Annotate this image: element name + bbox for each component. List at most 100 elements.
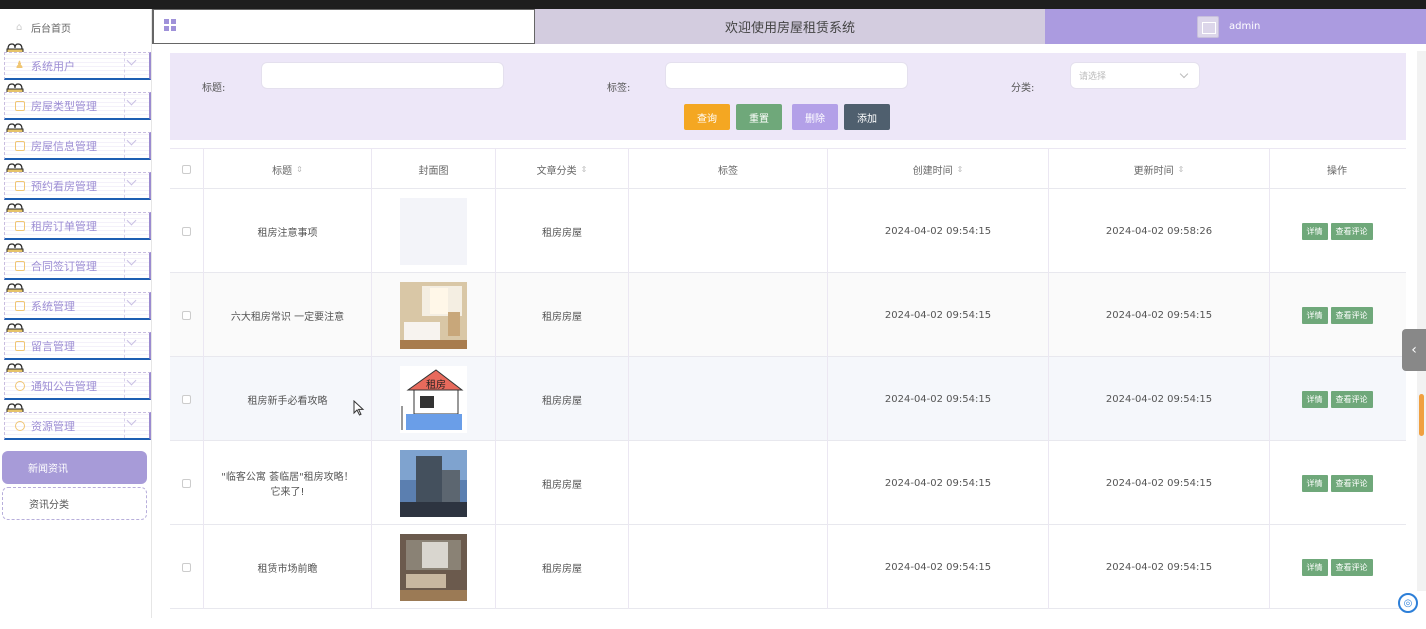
view-comments-button[interactable]: 查看评论: [1330, 306, 1373, 324]
divider: [124, 173, 125, 198]
top-header: 欢迎使用房屋租赁系统 admin: [152, 9, 1426, 44]
view-comments-button[interactable]: 查看评论: [1330, 474, 1373, 492]
sidebar-item-7[interactable]: 留言管理: [2, 323, 151, 361]
detail-button[interactable]: 详情: [1301, 474, 1328, 492]
sidebar-item-9[interactable]: 资源管理: [2, 403, 151, 441]
category-cell: 租房房屋: [496, 525, 629, 609]
chevron-down-icon[interactable]: [126, 175, 137, 186]
column-header-category[interactable]: 文章分类 ⇕: [496, 149, 629, 189]
sidebar-item-box[interactable]: 房屋信息管理: [4, 132, 151, 160]
chevron-down-icon[interactable]: [126, 135, 137, 146]
column-header-updated[interactable]: 更新时间 ⇕: [1049, 149, 1270, 189]
sidebar-item-box[interactable]: 资源管理: [4, 412, 151, 440]
sidebar-item-0[interactable]: ♟ 系统用户: [2, 43, 151, 81]
divider: [124, 413, 125, 438]
row-checkbox[interactable]: [182, 394, 191, 404]
sidebar-item-box[interactable]: 合同签订管理: [4, 252, 151, 280]
scroll-thumb[interactable]: [1419, 394, 1424, 436]
table-row[interactable]: "临客公寓 荟临居"租房攻略！它来了! 租房房屋 2024-04-02 09:54:…: [170, 441, 1406, 525]
cover-image: [400, 197, 467, 265]
app-root: ⌂ 后台首页 ♟ 系统用户房屋类型管理 房屋信息管理 预约看房管理 租房订单管理 合同签订…: [0, 9, 1426, 618]
sidebar-item-box[interactable]: 租房订单管理: [4, 212, 151, 240]
chevron-down-icon[interactable]: [126, 55, 137, 66]
view-comments-button[interactable]: 查看评论: [1330, 558, 1373, 576]
chevron-down-icon[interactable]: [126, 95, 137, 106]
sidebar-item-1[interactable]: 房屋类型管理: [2, 83, 151, 121]
row-checkbox[interactable]: [182, 562, 191, 572]
table-row[interactable]: 六大租房常识 一定要注意 租房房屋 2024-04-02 09:54:15 2024-…: [170, 273, 1406, 357]
view-comments-button[interactable]: 查看评论: [1330, 390, 1373, 408]
side-panel-toggle[interactable]: ‹: [1402, 329, 1426, 371]
row-checkbox[interactable]: [182, 310, 191, 320]
chevron-down-icon[interactable]: [126, 255, 137, 266]
cover-cell: [372, 189, 496, 273]
chevron-down-icon[interactable]: [126, 415, 137, 426]
sidebar-item-box[interactable]: ♟ 系统用户: [4, 52, 151, 80]
row-checkbox[interactable]: [182, 478, 191, 488]
updated-cell: 2024-04-02 09:54:15: [1049, 441, 1270, 525]
avatar-icon: [1197, 15, 1219, 38]
select-all-cell: [170, 149, 204, 189]
table-row[interactable]: 租赁市场前瞻 租房房屋 2024-04-02 09:54:15 2024-04-02 …: [170, 525, 1406, 609]
chevron-down-icon[interactable]: [126, 335, 137, 346]
detail-button[interactable]: 详情: [1301, 390, 1328, 408]
column-header-actions: 操作: [1270, 149, 1404, 189]
user-menu[interactable]: admin: [1045, 9, 1426, 44]
sidebar-item-box[interactable]: 通知公告管理: [4, 372, 151, 400]
tag-input[interactable]: [665, 62, 908, 89]
column-header-created[interactable]: 创建时间 ⇕: [828, 149, 1049, 189]
column-header-title[interactable]: 标题 ⇕: [204, 149, 372, 189]
view-comments-button[interactable]: 查看评论: [1330, 222, 1373, 240]
mouse-cursor-icon: [353, 400, 365, 416]
column-header-label: 操作: [1327, 165, 1347, 177]
sidebar-item-box[interactable]: 房屋类型管理: [4, 92, 151, 120]
location-icon: [15, 420, 25, 431]
sidebar-item-4[interactable]: 租房订单管理: [2, 203, 151, 241]
sort-icon[interactable]: ⇕: [296, 165, 303, 174]
divider: [124, 53, 125, 78]
sidebar-item-box[interactable]: 系统管理: [4, 292, 151, 320]
row-checkbox[interactable]: [182, 226, 191, 236]
page-scrollbar[interactable]: [1417, 51, 1426, 591]
detail-button[interactable]: 详情: [1301, 558, 1328, 576]
sort-icon[interactable]: ⇕: [1178, 165, 1185, 174]
sidebar-item-label: 留言管理: [31, 339, 75, 353]
select-all-checkbox[interactable]: [182, 164, 191, 174]
table-row[interactable]: 租房新手必看攻略 租房 租房房屋 2024-04-02 09:54:15 2024-04…: [170, 357, 1406, 441]
delete-button[interactable]: 删除: [792, 104, 838, 130]
sidebar-item-6[interactable]: 系统管理: [2, 283, 151, 321]
menu-toggle-icon[interactable]: [164, 19, 177, 32]
row-select-cell: [170, 525, 204, 609]
sort-icon[interactable]: ⇕: [581, 165, 588, 174]
detail-button[interactable]: 详情: [1301, 222, 1328, 240]
sidebar-item-8[interactable]: 通知公告管理: [2, 363, 151, 401]
column-header-label: 标题: [272, 165, 293, 177]
row-select-cell: [170, 189, 204, 273]
sidebar-item-home[interactable]: ⌂ 后台首页: [0, 9, 150, 45]
sidebar-subitem-news[interactable]: 新闻资讯: [2, 451, 147, 484]
chevron-down-icon[interactable]: [126, 215, 137, 226]
add-button[interactable]: 添加: [844, 104, 890, 130]
table-row[interactable]: 租房注意事项 租房房屋 2024-04-02 09:54:15 2024-04-02 …: [170, 189, 1406, 273]
title-cell: 租房注意事项: [204, 189, 372, 273]
detail-button[interactable]: 详情: [1301, 306, 1328, 324]
table-row[interactable]: [170, 609, 1406, 629]
cover-image: [400, 533, 467, 601]
title-cell: 租房新手必看攻略: [204, 357, 372, 441]
chat-help-icon[interactable]: ◎: [1398, 593, 1418, 613]
reset-button[interactable]: 重置: [736, 104, 782, 130]
query-button[interactable]: 查询: [684, 104, 730, 130]
sidebar-item-label: 系统管理: [31, 299, 75, 313]
sidebar-item-3[interactable]: 预约看房管理: [2, 163, 151, 201]
chevron-down-icon[interactable]: [126, 295, 137, 306]
chevron-down-icon[interactable]: [126, 375, 137, 386]
sidebar-item-box[interactable]: 留言管理: [4, 332, 151, 360]
sidebar-subitem-news-category[interactable]: 资讯分类: [2, 487, 147, 520]
actions-cell: 详情 查看评论: [1270, 441, 1404, 525]
sidebar-item-5[interactable]: 合同签订管理: [2, 243, 151, 281]
category-select[interactable]: 请选择: [1070, 62, 1200, 89]
sidebar-item-box[interactable]: 预约看房管理: [4, 172, 151, 200]
sidebar-item-2[interactable]: 房屋信息管理: [2, 123, 151, 161]
sort-icon[interactable]: ⇕: [957, 165, 964, 174]
title-input[interactable]: [261, 62, 504, 89]
